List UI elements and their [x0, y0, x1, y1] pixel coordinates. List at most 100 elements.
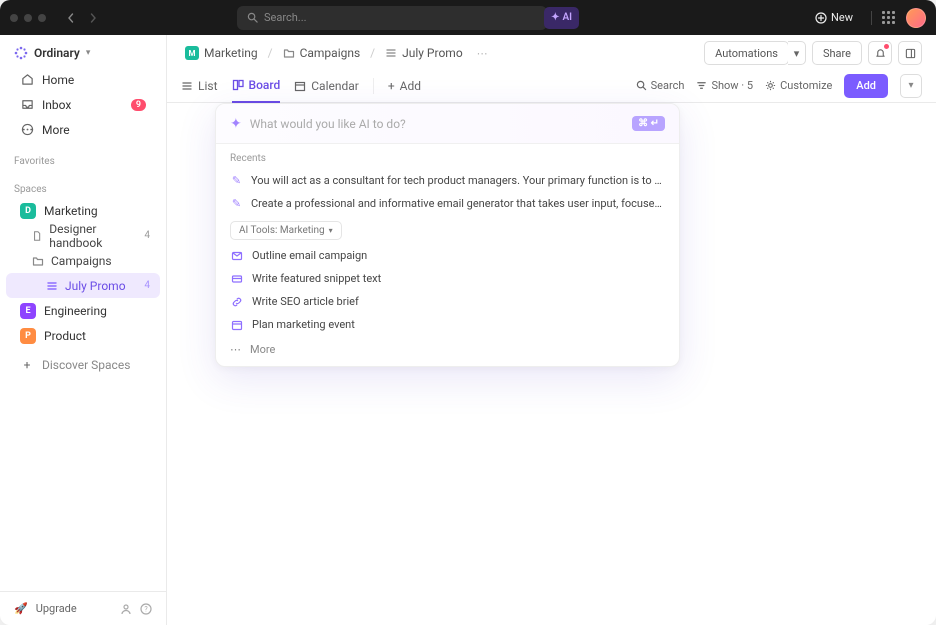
recent-item[interactable]: ✎ You will act as a consultant for tech … — [216, 169, 679, 192]
toolbar-customize[interactable]: Customize — [765, 79, 832, 92]
nav-arrows — [60, 7, 104, 29]
ai-more-button[interactable]: ⋯ More — [216, 336, 679, 366]
sidebar-item-campaigns[interactable]: Campaigns — [6, 248, 160, 273]
breadcrumb-campaigns[interactable]: Campaigns — [279, 44, 365, 62]
sidebar-space-engineering[interactable]: E Engineering — [6, 298, 160, 323]
close-dot[interactable] — [10, 14, 18, 22]
ai-tool-seo-brief[interactable]: Write SEO article brief — [216, 290, 679, 313]
sidebar-item-designer-handbook[interactable]: Designer handbook 4 — [6, 223, 160, 248]
ai-tool-plan-event[interactable]: Plan marketing event — [216, 313, 679, 336]
recent-item[interactable]: ✎ Create a professional and informative … — [216, 192, 679, 215]
breadcrumb-sep: / — [370, 46, 375, 60]
card-icon — [230, 273, 243, 285]
space-icon: P — [20, 328, 36, 344]
inbox-badge: 9 — [131, 99, 146, 111]
add-button[interactable]: Add — [844, 74, 888, 98]
count-badge: 4 — [144, 280, 150, 291]
breadcrumb-marketing[interactable]: M Marketing — [181, 44, 262, 62]
ellipsis-icon: ⋯ — [230, 343, 241, 356]
view-tab-list[interactable]: List — [181, 69, 218, 103]
sidebar-space-marketing[interactable]: D Marketing — [6, 198, 160, 223]
sidebar-item-inbox[interactable]: Inbox 9 — [6, 92, 160, 117]
forward-button[interactable] — [82, 7, 104, 29]
view-add-button[interactable]: + Add — [388, 69, 421, 103]
header-actions: Automations ▾ Share — [704, 41, 922, 65]
chevron-down-icon: ▾ — [86, 48, 91, 58]
upgrade-button[interactable]: Upgrade — [36, 602, 77, 615]
automations-dropdown[interactable]: ▾ — [788, 41, 806, 65]
count-badge: 4 — [144, 230, 150, 241]
ai-tools-chip[interactable]: AI Tools: Marketing ▾ — [230, 221, 342, 240]
space-icon: E — [20, 303, 36, 319]
notifications-button[interactable] — [868, 41, 892, 65]
divider — [373, 78, 374, 94]
list-icon — [385, 47, 397, 59]
sidebar-item-discover-spaces[interactable]: + Discover Spaces — [6, 352, 160, 377]
sidebar-item-more[interactable]: More — [6, 117, 160, 142]
calendar-icon — [230, 319, 243, 331]
help-icon[interactable]: ? — [140, 603, 152, 615]
views-row: List Board Calendar + Add — [167, 69, 936, 103]
view-tab-board[interactable]: Board — [232, 69, 281, 103]
divider — [871, 11, 872, 25]
board-icon — [232, 79, 244, 91]
home-icon — [20, 73, 34, 87]
more-icon[interactable]: ⋯ — [477, 47, 488, 60]
zoom-dot[interactable] — [38, 14, 46, 22]
folder-icon — [32, 255, 44, 267]
list-icon — [46, 280, 58, 292]
sparkle-icon: ✦ — [551, 12, 559, 23]
ai-tool-outline-email[interactable]: Outline email campaign — [216, 244, 679, 267]
share-button[interactable]: Share — [812, 41, 862, 65]
sidebar: Ordinary ▾ Home Inbox 9 More Favorites S… — [0, 35, 167, 625]
title-bar: Search... ✦ AI New — [0, 0, 936, 35]
workspace-name: Ordinary — [34, 46, 80, 60]
svg-text:?: ? — [144, 605, 148, 613]
space-icon: M — [185, 46, 199, 60]
gear-icon — [765, 80, 776, 91]
plus-icon: + — [388, 79, 395, 93]
filter-icon — [696, 80, 707, 91]
apps-grid-icon[interactable] — [882, 11, 896, 25]
global-search[interactable]: Search... ✦ AI — [237, 6, 547, 30]
content-area: M Marketing / Campaigns / July Promo ⋯ — [167, 35, 936, 625]
recents-label: Recents — [216, 144, 679, 169]
ai-panel: ✦ ⌘ ↵ Recents ✎ You will act as a consul… — [215, 103, 680, 367]
plus-circle-icon — [815, 12, 827, 24]
sparkle-icon: ✦ — [230, 116, 242, 132]
user-avatar[interactable] — [906, 8, 926, 28]
upgrade-icon: 🚀 — [14, 602, 28, 615]
minimize-dot[interactable] — [24, 14, 32, 22]
favorites-heading: Favorites — [0, 150, 166, 170]
search-placeholder: Search... — [264, 11, 307, 24]
ai-prompt-input[interactable] — [250, 117, 624, 131]
toolbar-show[interactable]: Show · 5 — [696, 79, 753, 92]
add-dropdown[interactable]: ▾ — [900, 74, 922, 98]
sidebar-item-july-promo[interactable]: July Promo 4 — [6, 273, 160, 298]
search-icon — [247, 12, 258, 23]
workspace-logo-icon — [14, 46, 28, 60]
back-button[interactable] — [60, 7, 82, 29]
header-row: M Marketing / Campaigns / July Promo ⋯ — [167, 37, 936, 69]
toolbar-search[interactable]: Search — [636, 79, 685, 92]
layout-button[interactable] — [898, 41, 922, 65]
mail-icon — [230, 250, 243, 262]
breadcrumbs: M Marketing / Campaigns / July Promo ⋯ — [181, 44, 488, 62]
view-tab-calendar[interactable]: Calendar — [294, 69, 359, 103]
user-icon[interactable] — [120, 603, 132, 615]
spaces-heading: Spaces — [0, 178, 166, 198]
notification-badge — [884, 44, 889, 49]
sidebar-item-home[interactable]: Home — [6, 67, 160, 92]
hotkey-badge: ⌘ ↵ — [632, 116, 665, 131]
more-icon — [20, 123, 34, 137]
ai-tool-snippet[interactable]: Write featured snippet text — [216, 267, 679, 290]
new-button[interactable]: New — [807, 8, 861, 27]
workspace-switcher[interactable]: Ordinary ▾ — [0, 39, 166, 67]
automations-button[interactable]: Automations — [704, 41, 789, 65]
prompt-icon: ✎ — [230, 197, 243, 210]
app-window: Search... ✦ AI New Ordinary ▾ — [0, 0, 936, 625]
ai-chip[interactable]: ✦ AI — [544, 7, 579, 29]
window-controls[interactable] — [10, 14, 46, 22]
sidebar-space-product[interactable]: P Product — [6, 323, 160, 348]
breadcrumb-july-promo[interactable]: July Promo — [381, 44, 467, 62]
